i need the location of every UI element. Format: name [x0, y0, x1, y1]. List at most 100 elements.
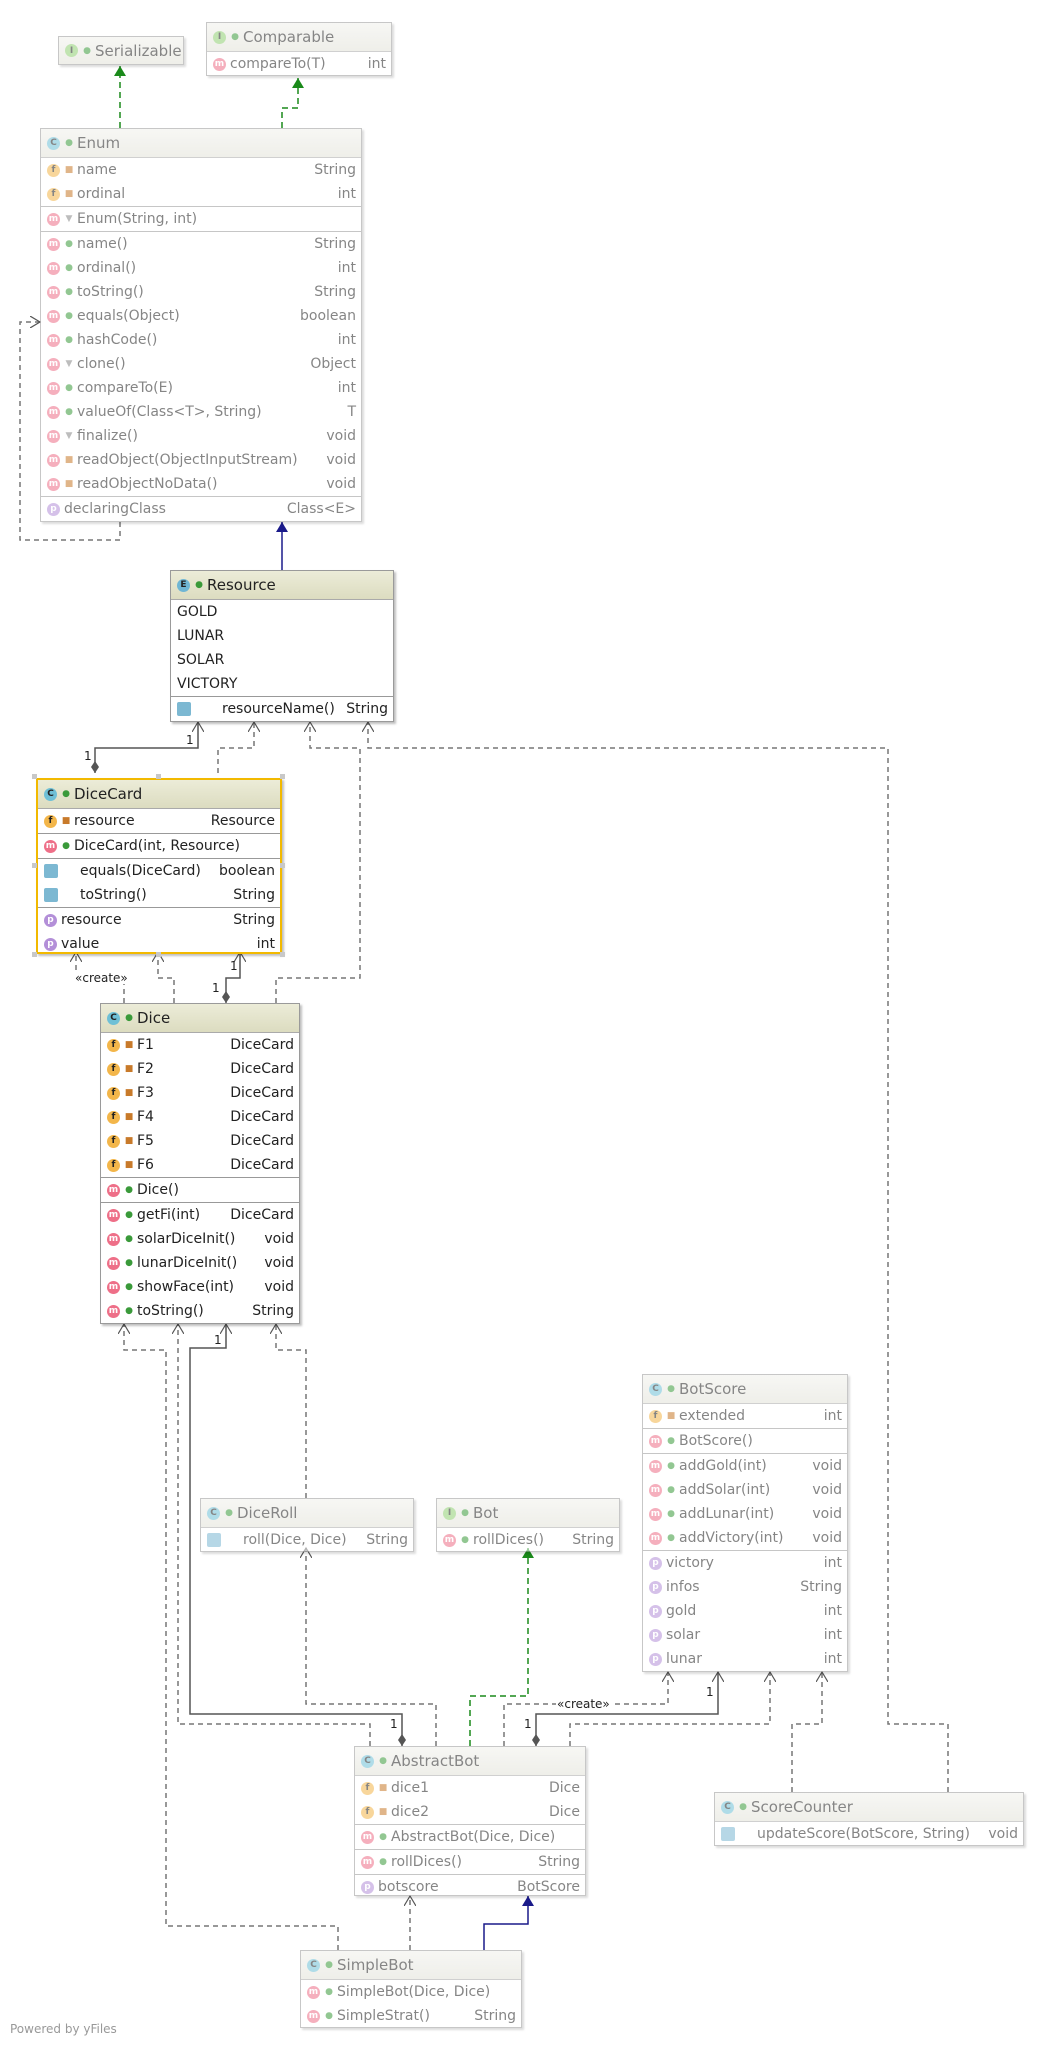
class-dice[interactable]: C ● Dice f ■ F1 DiceCard f ■ F2 DiceCard f ■ F3 Dic… — [100, 1003, 300, 1324]
class-diceroll[interactable]: C ● DiceRoll roll(Dice, Dice) String — [200, 1498, 414, 1552]
selection-handle[interactable] — [32, 863, 37, 868]
interface-bot[interactable]: I ● Bot m ● rollDices() String — [436, 1498, 620, 1552]
edge-dice-dicecard-dep — [158, 952, 175, 1003]
multiplicity-1: 1 — [212, 981, 220, 995]
private-icon: ■ — [61, 816, 71, 826]
class-name: DiceCard — [74, 785, 143, 803]
member-name: clone() — [77, 356, 126, 372]
member-type: void — [264, 1279, 294, 1295]
method-icon: m — [47, 237, 60, 251]
protected-icon: ▼ — [65, 214, 73, 224]
member-name: addVictory(int) — [679, 1530, 784, 1546]
member-name: extended — [679, 1408, 746, 1424]
member-name: lunarDiceInit() — [137, 1255, 238, 1271]
member-name: readObject(ObjectInputStream) — [77, 452, 298, 468]
multiplicity-1: 1 — [84, 749, 92, 763]
field-icon: f — [107, 1158, 120, 1172]
method-icon: m — [443, 1533, 456, 1547]
member-name: SimpleBot(Dice, Dice) — [337, 1984, 491, 2000]
class-comparable[interactable]: I ● Comparable m compareTo(T) int — [206, 22, 392, 76]
public-icon: ● — [225, 1508, 233, 1518]
selection-handle[interactable] — [32, 774, 37, 779]
method-icon: m — [47, 429, 60, 443]
method-icon: m — [649, 1531, 662, 1545]
member-type: String — [314, 236, 356, 252]
class-name: Bot — [473, 1504, 499, 1522]
member-name: lunar — [666, 1651, 702, 1667]
class-dicecard[interactable]: C ● DiceCard f ■ resource Resource m ● DiceCard… — [36, 778, 282, 954]
method-icon: m — [649, 1483, 662, 1497]
method-icon: m — [47, 212, 60, 226]
class-abstractbot[interactable]: C ● AbstractBot f ■ dice1 Dice f ■ dice2 Dice m ●… — [354, 1746, 586, 1896]
member-type: Object — [310, 356, 356, 372]
property-icon: p — [649, 1580, 662, 1594]
public-icon: ● — [125, 1234, 133, 1244]
member-type: String — [572, 1532, 614, 1548]
member-name: ordinal() — [77, 260, 137, 276]
selection-handle[interactable] — [280, 774, 285, 779]
class-name: DiceRoll — [237, 1504, 298, 1522]
member-name: infos — [666, 1579, 700, 1595]
enum-resource[interactable]: E ● Resource GOLD LUNAR SOLAR VICTORY reso… — [170, 570, 394, 722]
selection-handle[interactable] — [156, 952, 161, 957]
class-simplebot[interactable]: C ● SimpleBot m ● SimpleBot(Dice, Dice) m ● Si… — [300, 1950, 522, 2028]
field-icon: f — [649, 1409, 662, 1423]
selection-handle[interactable] — [32, 952, 37, 957]
member-type: void — [326, 452, 356, 468]
public-icon: ● — [667, 1384, 675, 1394]
class-enum[interactable]: C ● Enum f ■ name String f ■ ordinal int m ▼ Enum(… — [40, 128, 362, 522]
property-icon: p — [47, 502, 60, 516]
static-method-icon — [721, 1827, 735, 1841]
public-icon: ● — [195, 580, 203, 590]
field-icon: f — [47, 163, 60, 177]
member-name: compareTo(T) — [230, 56, 326, 72]
member-type: void — [812, 1506, 842, 1522]
public-icon: ● — [667, 1485, 675, 1495]
member-name: toString() — [137, 1303, 204, 1319]
public-icon: ● — [667, 1436, 675, 1446]
public-icon: ● — [461, 1508, 469, 1518]
member-type: String — [314, 162, 356, 178]
class-name: Comparable — [243, 28, 335, 46]
private-icon: ■ — [124, 1064, 134, 1074]
member-type: String — [252, 1303, 294, 1319]
selection-handle[interactable] — [280, 863, 285, 868]
method-icon: m — [361, 1855, 374, 1869]
member-type: String — [474, 2008, 516, 2024]
member-type: int — [823, 1651, 842, 1667]
member-type: BotScore — [517, 1879, 580, 1895]
field-icon: f — [107, 1038, 120, 1052]
selection-handle[interactable] — [280, 952, 285, 957]
member-type: String — [233, 912, 275, 928]
member-type: DiceCard — [230, 1207, 294, 1223]
private-icon: ■ — [64, 189, 74, 199]
multiplicity-1: 1 — [186, 733, 194, 747]
class-scorecounter[interactable]: C ● ScoreCounter updateScore(BotScore, Str… — [714, 1792, 1024, 1846]
member-type: DiceCard — [230, 1037, 294, 1053]
public-icon: ● — [667, 1461, 675, 1471]
selection-handle[interactable] — [156, 774, 161, 779]
member-type: DiceCard — [230, 1061, 294, 1077]
class-name: SimpleBot — [337, 1956, 414, 1974]
member-name: addGold(int) — [679, 1458, 767, 1474]
member-name: solar — [666, 1627, 701, 1643]
member-name: addSolar(int) — [679, 1482, 771, 1498]
member-name: value — [61, 936, 100, 952]
class-serializable[interactable]: I ● Serializable — [58, 36, 184, 65]
member-type: void — [264, 1255, 294, 1271]
public-icon: ● — [125, 1210, 133, 1220]
private-icon: ■ — [64, 165, 74, 175]
member-name: F3 — [137, 1085, 154, 1101]
member-type: void — [326, 428, 356, 444]
method-icon: m — [47, 381, 60, 395]
member-name: Enum(String, int) — [77, 211, 198, 227]
public-icon: ● — [125, 1306, 133, 1316]
member-type: String — [800, 1579, 842, 1595]
private-icon: ■ — [124, 1136, 134, 1146]
member-name: name — [77, 162, 117, 178]
method-icon: m — [47, 333, 60, 347]
protected-icon: ▼ — [65, 359, 73, 369]
class-botscore[interactable]: C ● BotScore f ■ extended int m ● BotScore() m ●… — [642, 1374, 848, 1672]
member-type: int — [256, 936, 275, 952]
member-name: F1 — [137, 1037, 154, 1053]
